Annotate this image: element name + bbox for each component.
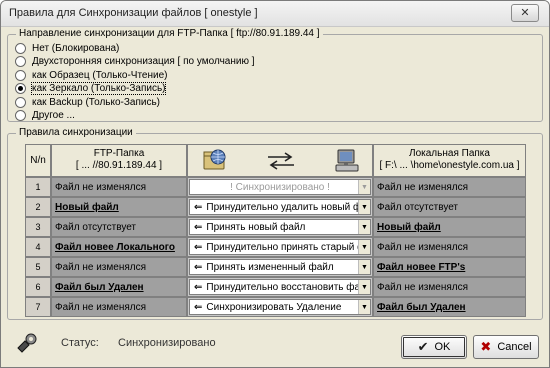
ok-button[interactable]: ✔ OK: [401, 335, 467, 359]
sync-action-dropdown[interactable]: ⇐ Принудительно принять старый файл ▼: [189, 239, 371, 255]
sync-rules-dialog: Правила для Синхронизации файлов [ onest…: [0, 0, 550, 368]
row-number: 1: [25, 177, 51, 197]
local-folder-title: Локальная Папка: [409, 148, 490, 159]
sync-action-dropdown[interactable]: ⇐ Принять новый файл ▼: [189, 219, 371, 235]
radio-button[interactable]: [15, 109, 26, 121]
ok-button-label: OK: [434, 341, 451, 353]
row-number: 3: [25, 217, 51, 237]
row-number: 2: [25, 197, 51, 217]
window-title: Правила для Синхронизации файлов [ onest…: [9, 7, 258, 19]
sync-action-dropdown[interactable]: ⇐ Принудительно восстановить файл ▼: [189, 279, 371, 295]
direction-option[interactable]: Нет (Блокирована): [15, 42, 119, 54]
sync-action-dropdown[interactable]: ⇐ Синхронизировать Удаление ▼: [189, 299, 371, 315]
sync-action-value: Принудительно удалить новый файл: [206, 202, 371, 213]
column-header-num-label: N/n: [30, 155, 46, 166]
cancel-button[interactable]: ✖ Cancel: [473, 335, 539, 359]
row-number: 5: [25, 257, 51, 277]
local-status-cell: Файл не изменялся: [373, 277, 526, 297]
sync-action-dropdown[interactable]: ! Синхронизировано ! ▼: [189, 179, 371, 195]
left-arrow-icon: ⇐: [194, 282, 203, 293]
direction-option[interactable]: как Backup (Только-Запись): [15, 96, 160, 108]
direction-option-label: как Backup (Только-Запись): [32, 96, 161, 108]
ftp-status-cell: Файл не изменялся: [51, 257, 187, 277]
radio-button[interactable]: [15, 42, 26, 54]
row-number: 4: [25, 237, 51, 257]
title-bar[interactable]: Правила для Синхронизации файлов [ onest…: [1, 1, 549, 27]
computer-icon: [334, 148, 360, 178]
chevron-down-icon[interactable]: ▼: [358, 240, 370, 254]
chevron-down-icon[interactable]: ▼: [358, 280, 370, 294]
sync-action-value: Принять новый файл: [206, 222, 306, 233]
direction-option-label: Нет (Блокирована): [32, 42, 120, 54]
column-header-action: [187, 144, 373, 177]
local-status-cell: Файл новее FTP's: [373, 257, 526, 277]
ftp-status-cell: Новый файл: [51, 197, 187, 217]
ftp-status-cell: Файл отсутствует: [51, 217, 187, 237]
radio-button[interactable]: [15, 82, 26, 94]
chevron-down-icon[interactable]: ▼: [358, 300, 370, 314]
radio-button[interactable]: [15, 69, 26, 81]
direction-option[interactable]: Другое ...: [15, 109, 75, 121]
chevron-down-icon[interactable]: ▼: [358, 180, 370, 194]
row-number: 7: [25, 297, 51, 317]
direction-option-label: Двухсторонняя синхронизация [ по умолчан…: [32, 55, 255, 67]
local-status-cell: Файл не изменялся: [373, 237, 526, 257]
ftp-folder-title: FTP-Папка: [93, 148, 145, 159]
status-label: Статус:: [61, 337, 99, 349]
left-arrow-icon: ⇐: [194, 262, 203, 273]
cancel-x-icon: ✖: [480, 339, 492, 354]
column-header-ftp: FTP-Папка [ ... //80.91.189.44 ]: [51, 144, 187, 177]
left-arrow-icon: ⇐: [194, 222, 203, 233]
sync-action-dropdown[interactable]: ⇐ Принять измененный файл ▼: [189, 259, 371, 275]
chevron-down-icon[interactable]: ▼: [358, 260, 370, 274]
direction-option-label: как Образец (Только-Чтение): [32, 69, 168, 81]
column-header-local: Локальная Папка [ F:\ ... \home\onestyle…: [373, 144, 526, 177]
local-status-cell: Файл был Удален: [373, 297, 526, 317]
ftp-status-cell: Файл новее Локального: [51, 237, 187, 257]
sync-arrows-icon: [266, 151, 296, 175]
cancel-button-label: Cancel: [497, 341, 532, 353]
direction-option-label: как Зеркало (Только-Запись): [30, 81, 167, 95]
rules-legend: Правила синхронизации: [16, 127, 136, 138]
ftp-folder-path: [ ... //80.91.189.44 ]: [75, 160, 163, 171]
row-number: 6: [25, 277, 51, 297]
sync-action-dropdown[interactable]: ⇐ Принудительно удалить новый файл ▼: [189, 199, 371, 215]
left-arrow-icon: ⇐: [194, 242, 203, 253]
sync-action-value: Принудительно восстановить файл: [206, 282, 371, 293]
globe-folder-icon: [202, 147, 228, 177]
check-icon: ✔: [417, 339, 429, 354]
column-header-num: N/n: [25, 144, 51, 177]
tool-icon: [15, 331, 39, 358]
radio-button[interactable]: [15, 96, 26, 108]
close-button[interactable]: ✕: [511, 4, 539, 22]
ftp-status-cell: Файл не изменялся: [51, 177, 187, 197]
direction-option[interactable]: Двухсторонняя синхронизация [ по умолчан…: [15, 55, 255, 67]
direction-option[interactable]: как Зеркало (Только-Запись): [15, 81, 167, 95]
left-arrow-icon: ⇐: [194, 202, 203, 213]
radio-button[interactable]: [15, 55, 26, 67]
chevron-down-icon[interactable]: ▼: [358, 200, 370, 214]
direction-option-label: Другое ...: [32, 109, 75, 121]
local-status-cell: Новый файл: [373, 217, 526, 237]
sync-action-value: ! Синхронизировано !: [230, 182, 330, 193]
status-value: Синхронизировано: [118, 337, 216, 349]
sync-action-value: Синхронизировать Удаление: [206, 302, 342, 313]
local-status-cell: Файл не изменялся: [373, 177, 526, 197]
local-status-cell: Файл отсутствует: [373, 197, 526, 217]
left-arrow-icon: ⇐: [194, 302, 203, 313]
sync-action-value: Принять измененный файл: [206, 262, 334, 273]
direction-legend: Направление синхронизации для FTP-Папка …: [16, 28, 323, 39]
ftp-status-cell: Файл был Удален: [51, 277, 187, 297]
local-folder-path: [ F:\ ... \home\onestyle.com.ua ]: [379, 160, 520, 171]
chevron-down-icon[interactable]: ▼: [358, 220, 370, 234]
sync-action-value: Принудительно принять старый файл: [206, 242, 371, 253]
ftp-status-cell: Файл не изменялся: [51, 297, 187, 317]
direction-option[interactable]: как Образец (Только-Чтение): [15, 69, 167, 81]
